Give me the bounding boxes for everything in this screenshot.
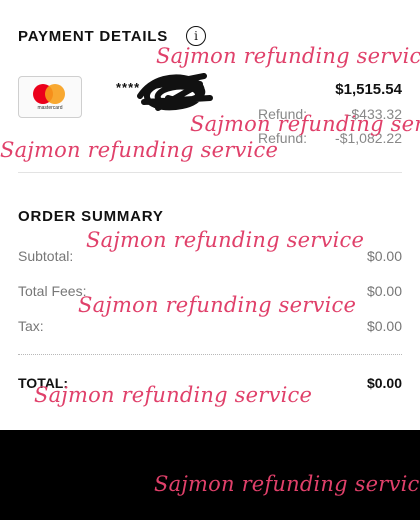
payment-details-title: PAYMENT DETAILS	[18, 28, 169, 45]
subtotal-label: Subtotal:	[18, 248, 74, 264]
total-fees-label: Total Fees:	[18, 283, 87, 299]
redaction-scribble	[137, 73, 213, 111]
watermark-text: Sajmon refunding service	[156, 44, 420, 68]
mastercard-wordmark: mastercard	[37, 105, 63, 111]
total-fees-value: $0.00	[366, 283, 402, 299]
payment-amount: $1,515.54	[335, 81, 402, 98]
watermark-text: Sajmon refunding service	[78, 293, 357, 317]
watermark-text: Sajmon refunding service	[34, 383, 313, 407]
watermark-text: Sajmon refunding service	[154, 472, 420, 496]
order-summary-title: ORDER SUMMARY	[18, 208, 164, 225]
watermark-text: Sajmon refunding service	[190, 112, 420, 136]
total-value: $0.00	[366, 375, 402, 391]
section-divider	[18, 172, 402, 173]
tax-value: $0.00	[366, 318, 402, 334]
watermark-text: Sajmon refunding service	[0, 138, 279, 162]
mastercard-logo: mastercard	[18, 76, 82, 118]
mastercard-orange-circle	[45, 84, 65, 104]
watermark-text: Sajmon refunding service	[86, 228, 365, 252]
subtotal-value: $0.00	[366, 248, 402, 264]
tax-label: Tax:	[18, 318, 44, 334]
info-icon[interactable]: i	[186, 26, 206, 46]
dotted-divider	[18, 354, 402, 355]
